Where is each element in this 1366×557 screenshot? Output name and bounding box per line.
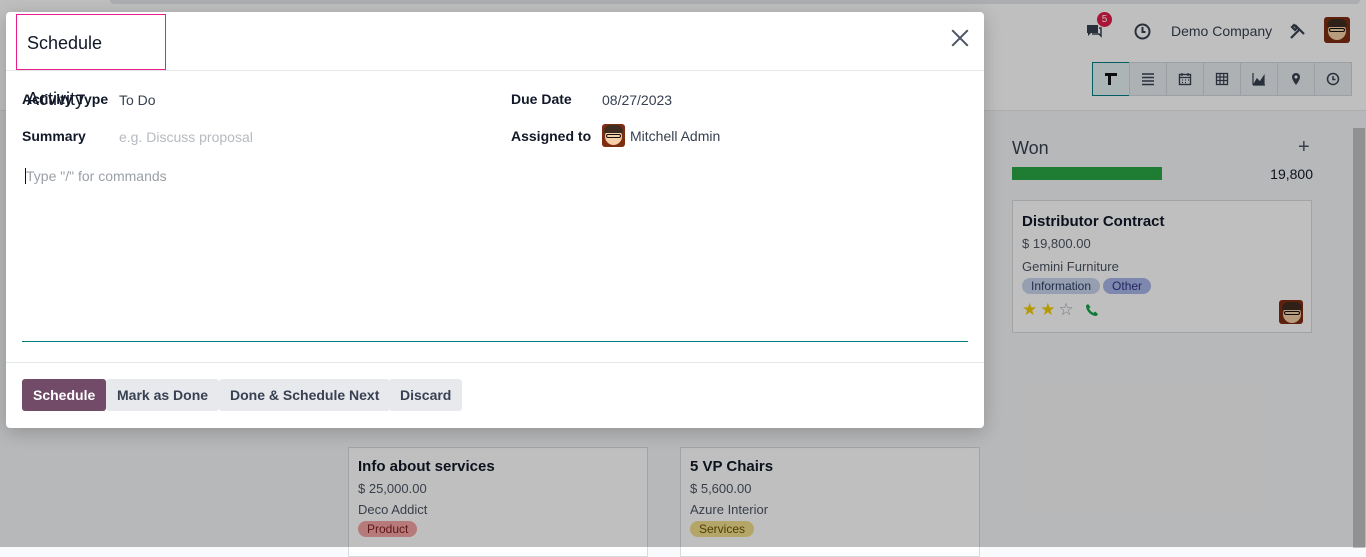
activity-type-field[interactable]: To Do bbox=[119, 92, 156, 108]
due-date-label: Due Date bbox=[511, 91, 572, 107]
done-schedule-next-button[interactable]: Done & Schedule Next bbox=[219, 379, 391, 411]
discard-button[interactable]: Discard bbox=[389, 379, 463, 411]
user-avatar bbox=[602, 124, 625, 147]
assigned-to-field[interactable]: Mitchell Admin bbox=[602, 124, 720, 147]
note-editor[interactable]: Type "/" for commands bbox=[22, 162, 968, 342]
assigned-user-name: Mitchell Admin bbox=[630, 127, 721, 144]
mark-as-done-button[interactable]: Mark as Done bbox=[106, 379, 220, 411]
dialog-header: Schedule Activity bbox=[6, 12, 984, 109]
editor-placeholder: Type "/" for commands bbox=[26, 168, 167, 184]
close-icon[interactable] bbox=[950, 28, 970, 48]
schedule-activity-dialog: Schedule Activity Activity Type To Do Su… bbox=[6, 12, 984, 428]
dialog-title: Schedule Activity bbox=[16, 14, 166, 109]
summary-input[interactable]: e.g. Discuss proposal bbox=[119, 129, 253, 145]
due-date-field[interactable]: 08/27/2023 bbox=[602, 92, 672, 108]
assigned-to-label: Assigned to bbox=[511, 128, 592, 144]
schedule-button[interactable]: Schedule bbox=[22, 379, 107, 411]
dialog-footer: Schedule Mark as Done Done & Schedule Ne… bbox=[6, 362, 984, 429]
summary-label: Summary bbox=[22, 128, 86, 144]
activity-type-label: Activity Type bbox=[22, 91, 109, 107]
